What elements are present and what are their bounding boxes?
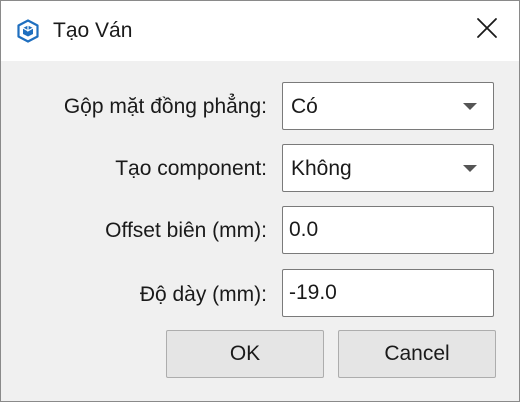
thickness-input[interactable] <box>283 270 493 316</box>
merge-coplanar-select[interactable]: Có <box>282 82 494 130</box>
edge-offset-input[interactable] <box>283 207 493 253</box>
chevron-down-icon <box>463 165 477 172</box>
merge-coplanar-label: Gộp mặt đồng phẳng: <box>63 95 267 118</box>
sketchup-cube-icon <box>16 19 40 43</box>
close-icon <box>476 17 498 44</box>
ok-button[interactable]: OK <box>166 330 324 378</box>
create-component-label: Tạo component: <box>115 157 267 180</box>
title-bar: Tạo Ván <box>1 1 519 61</box>
edge-offset-label: Offset biên (mm): <box>105 219 267 242</box>
edge-offset-field-box <box>282 206 494 254</box>
dialog-window: Tạo Ván Gộp mặt đồng phẳng: Có Tạo compo… <box>0 0 520 402</box>
cancel-button[interactable]: Cancel <box>338 330 496 378</box>
merge-coplanar-value: Có <box>291 95 318 118</box>
thickness-label: Độ dày (mm): <box>139 283 267 306</box>
create-component-select[interactable]: Không <box>282 144 494 192</box>
create-component-value: Không <box>291 157 352 180</box>
thickness-field-box <box>282 269 494 317</box>
window-title: Tạo Ván <box>53 19 133 42</box>
close-button[interactable] <box>455 1 519 59</box>
chevron-down-icon <box>463 103 477 110</box>
